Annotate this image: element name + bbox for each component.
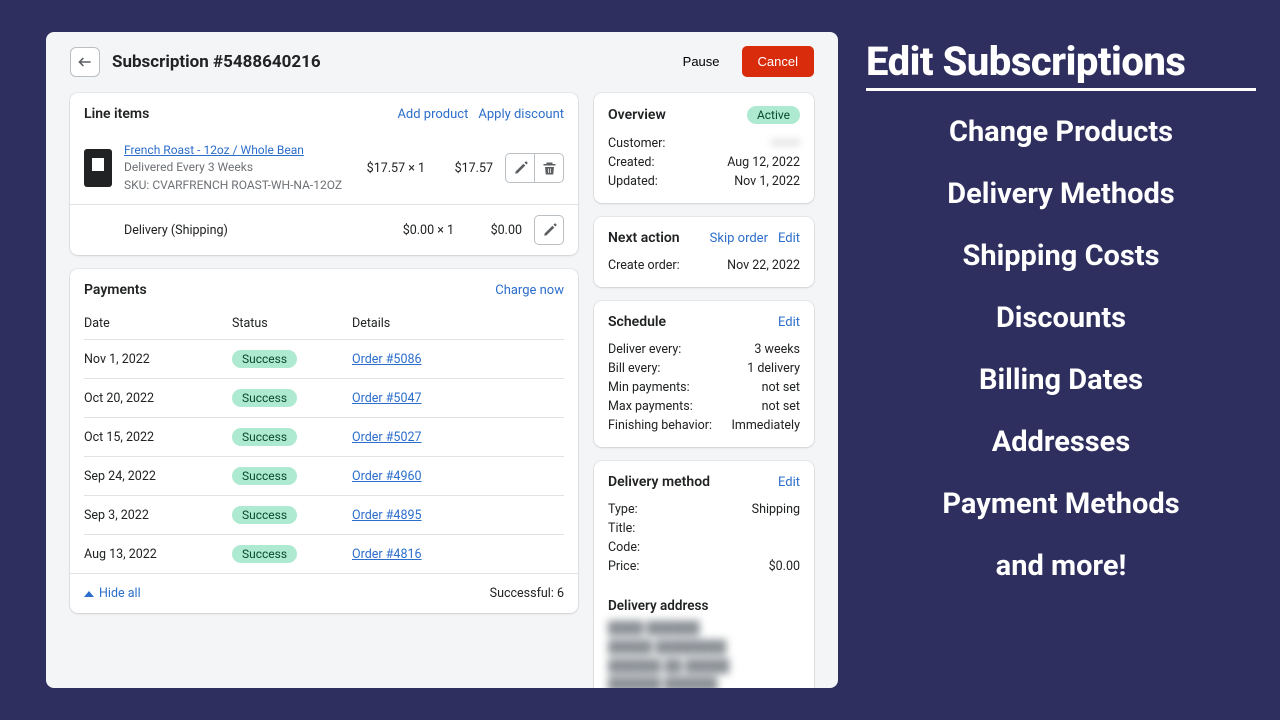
- overview-card: Overview Active Customer: ——— Created: Aug…: [594, 93, 814, 203]
- create-order-value: Nov 22, 2022: [727, 258, 800, 273]
- payments-table-head: Date Status Details: [84, 308, 564, 339]
- caret-up-icon: [84, 589, 94, 599]
- sidebar-title: Edit Subscriptions: [866, 40, 1256, 91]
- table-row: Sep 24, 2022Success Order #4960: [84, 456, 564, 495]
- trash-icon: [542, 161, 557, 176]
- payment-date: Nov 1, 2022: [84, 352, 232, 367]
- sidebar-feature-text: Change Products: [866, 115, 1256, 149]
- arrow-left-icon: [77, 54, 93, 70]
- line-item-row: French Roast - 12oz / Whole Bean Deliver…: [70, 132, 578, 204]
- col-details: Details: [352, 316, 564, 331]
- status-badge: Success: [232, 428, 297, 446]
- delivery-method-heading: Delivery method: [608, 474, 768, 490]
- payment-date: Oct 20, 2022: [84, 391, 232, 406]
- table-row: Sep 3, 2022Success Order #4895: [84, 495, 564, 534]
- payment-date: Aug 13, 2022: [84, 547, 232, 562]
- table-row: Oct 15, 2022Success Order #5027: [84, 417, 564, 456]
- customer-label: Customer:: [608, 136, 665, 151]
- left-column: Line items Add product Apply discount Fr…: [70, 93, 578, 672]
- delete-line-item-button[interactable]: [534, 153, 564, 183]
- add-product-link[interactable]: Add product: [397, 107, 468, 122]
- updated-label: Updated:: [608, 174, 658, 189]
- delivery-row: Delivery (Shipping) $0.00 × 1 $0.00: [70, 205, 578, 255]
- status-badge: Active: [747, 106, 800, 124]
- back-button[interactable]: [70, 47, 100, 77]
- overview-heading: Overview: [608, 107, 737, 123]
- order-link[interactable]: Order #4816: [352, 547, 422, 562]
- delivery-label: Delivery (Shipping): [124, 223, 386, 238]
- charge-now-link[interactable]: Charge now: [495, 283, 564, 298]
- next-action-heading: Next action: [608, 230, 700, 246]
- updated-value: Nov 1, 2022: [734, 174, 800, 189]
- payment-date: Oct 15, 2022: [84, 430, 232, 445]
- apply-discount-link[interactable]: Apply discount: [478, 107, 564, 122]
- status-badge: Success: [232, 545, 297, 563]
- product-sku-text: SKU: CVARFRENCH ROAST-WH-NA-12OZ: [124, 177, 355, 194]
- page-title: Subscription #5488640216: [112, 52, 661, 72]
- delivery-method-card: Delivery method Edit Type:Shipping Title…: [594, 461, 814, 688]
- line-items-card: Line items Add product Apply discount Fr…: [70, 93, 578, 255]
- delivery-unit-price: $0.00 × 1: [398, 223, 454, 238]
- payments-card: Payments Charge now Date Status Details …: [70, 269, 578, 613]
- payments-heading: Payments: [84, 282, 485, 298]
- delivery-total-price: $0.00: [466, 223, 522, 238]
- subscription-editor: Subscription #5488640216 Pause Cancel Li…: [46, 32, 838, 688]
- col-date: Date: [84, 316, 232, 331]
- payment-date: Sep 3, 2022: [84, 508, 232, 523]
- sidebar-feature-text: Delivery Methods: [866, 177, 1256, 211]
- pencil-icon: [542, 223, 557, 238]
- sidebar-feature-text: Shipping Costs: [866, 239, 1256, 273]
- product-name-link[interactable]: French Roast - 12oz / Whole Bean: [124, 142, 355, 159]
- sidebar-feature-text: Payment Methods: [866, 487, 1256, 521]
- hide-all-toggle[interactable]: Hide all: [84, 586, 141, 601]
- sidebar-feature-text: Billing Dates: [866, 363, 1256, 397]
- sidebar-feature-text: Addresses: [866, 425, 1256, 459]
- edit-schedule-link[interactable]: Edit: [778, 315, 800, 330]
- order-link[interactable]: Order #5086: [352, 352, 422, 367]
- product-delivery-text: Delivered Every 3 Weeks: [124, 159, 355, 176]
- created-value: Aug 12, 2022: [727, 155, 800, 170]
- delivery-address-heading: Delivery address: [594, 588, 814, 620]
- create-order-label: Create order:: [608, 258, 680, 273]
- customer-value[interactable]: ———: [771, 136, 800, 151]
- sidebar-feature-text: Discounts: [866, 301, 1256, 335]
- payments-summary: Successful: 6: [141, 586, 564, 601]
- status-badge: Success: [232, 350, 297, 368]
- line-items-heading: Line items: [84, 106, 387, 122]
- order-link[interactable]: Order #5027: [352, 430, 422, 445]
- edit-delivery-button[interactable]: [534, 215, 564, 245]
- edit-line-item-button[interactable]: [505, 153, 535, 183]
- content-columns: Line items Add product Apply discount Fr…: [46, 85, 838, 688]
- cancel-button[interactable]: Cancel: [742, 46, 814, 77]
- total-price: $17.57: [437, 161, 493, 176]
- delivery-address-blurred: ████ ███████████ ██████████████ ██ █████…: [594, 620, 814, 688]
- schedule-card: Schedule Edit Deliver every:3 weeks Bill…: [594, 301, 814, 447]
- payment-date: Sep 24, 2022: [84, 469, 232, 484]
- pencil-icon: [513, 161, 528, 176]
- order-link[interactable]: Order #4960: [352, 469, 422, 484]
- status-badge: Success: [232, 389, 297, 407]
- next-action-card: Next action Skip order Edit Create order…: [594, 217, 814, 287]
- status-badge: Success: [232, 467, 297, 485]
- right-column: Overview Active Customer: ——— Created: Aug…: [594, 93, 814, 672]
- status-badge: Success: [232, 506, 297, 524]
- schedule-heading: Schedule: [608, 314, 768, 330]
- created-label: Created:: [608, 155, 654, 170]
- marketing-sidebar: Edit Subscriptions Change Products Delive…: [838, 0, 1280, 720]
- product-thumbnail: [84, 149, 112, 187]
- page-header: Subscription #5488640216 Pause Cancel: [46, 32, 838, 85]
- pause-button[interactable]: Pause: [673, 46, 730, 77]
- table-row: Oct 20, 2022Success Order #5047: [84, 378, 564, 417]
- order-link[interactable]: Order #5047: [352, 391, 422, 406]
- sidebar-feature-text: and more!: [866, 549, 1256, 583]
- unit-price: $17.57 × 1: [367, 161, 425, 176]
- edit-next-action-link[interactable]: Edit: [778, 231, 800, 246]
- edit-delivery-method-link[interactable]: Edit: [778, 475, 800, 490]
- col-status: Status: [232, 316, 352, 331]
- order-link[interactable]: Order #4895: [352, 508, 422, 523]
- table-row: Nov 1, 2022Success Order #5086: [84, 339, 564, 378]
- skip-order-link[interactable]: Skip order: [710, 231, 768, 246]
- table-row: Aug 13, 2022Success Order #4816: [84, 534, 564, 573]
